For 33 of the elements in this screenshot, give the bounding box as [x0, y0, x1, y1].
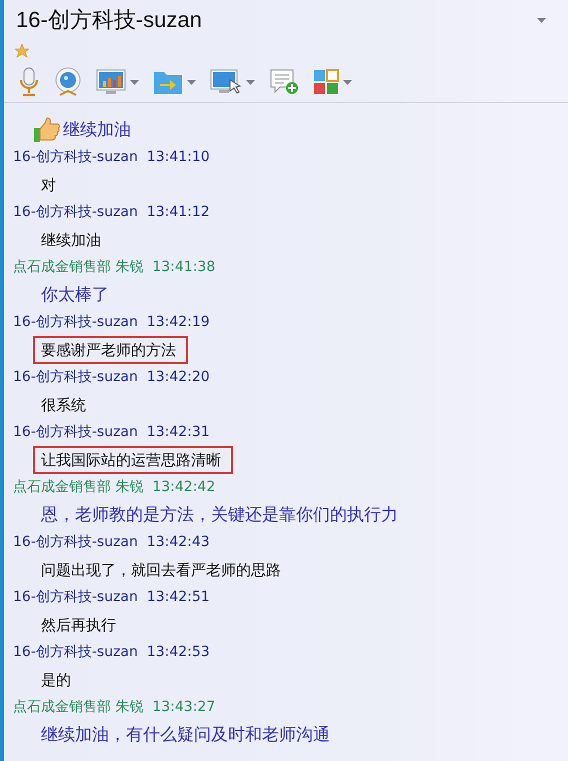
- screen-cursor-icon[interactable]: [210, 68, 242, 96]
- dropdown-caret-icon[interactable]: [187, 80, 196, 84]
- highlighted-message: 让我国际站的运营思路清晰: [33, 446, 233, 474]
- dropdown-caret-icon[interactable]: [343, 80, 352, 84]
- message-text: 对: [40, 175, 57, 196]
- message-text: 很系统: [40, 395, 87, 416]
- chart-screen-icon[interactable]: [96, 68, 126, 96]
- message-text: 继续加油: [62, 119, 132, 142]
- message-header: 16-创方科技-suzan 13:41:10: [13, 148, 211, 167]
- message-header: 16-创方科技-suzan 13:42:51: [13, 588, 211, 607]
- message-header: 点石成金销售部 朱锐 13:42:42: [13, 478, 216, 497]
- message-text: 是的: [40, 670, 72, 691]
- message-header: 点石成金销售部 朱锐 13:41:38: [13, 258, 216, 277]
- window-title: 16-创方科技-suzan: [16, 6, 202, 34]
- message-text: 然后再执行: [40, 615, 117, 636]
- folder-arrow-icon[interactable]: [153, 69, 183, 95]
- message-text: 恩，老师教的是方法，关键还是靠你们的执行力: [40, 504, 399, 527]
- message-header: 16-创方科技-suzan 13:42:19: [13, 313, 211, 332]
- message-text: 继续加油，有什么疑问及时和老师沟通: [40, 724, 331, 747]
- highlighted-message: 要感谢严老师的方法: [33, 336, 188, 364]
- message-header: 16-创方科技-suzan 13:42:31: [13, 423, 211, 442]
- message-text: 问题出现了，就回去看严老师的思路: [40, 560, 282, 581]
- message-header: 16-创方科技-suzan 13:42:43: [13, 533, 211, 552]
- dropdown-caret-icon[interactable]: [246, 80, 255, 84]
- message-text: 继续加油: [40, 230, 102, 251]
- dropdown-caret-icon[interactable]: [537, 18, 546, 22]
- message-text: 你太棒了: [40, 284, 110, 307]
- message-header: 点石成金销售部 朱锐 13:43:27: [13, 698, 216, 717]
- dropdown-caret-icon[interactable]: [130, 80, 139, 84]
- message-header: 16-创方科技-suzan 13:42:53: [13, 643, 211, 662]
- message-header: 16-创方科技-suzan 13:42:20: [13, 368, 211, 387]
- message-header: 16-创方科技-suzan 13:41:12: [13, 203, 211, 222]
- app-grid-icon[interactable]: [313, 69, 339, 95]
